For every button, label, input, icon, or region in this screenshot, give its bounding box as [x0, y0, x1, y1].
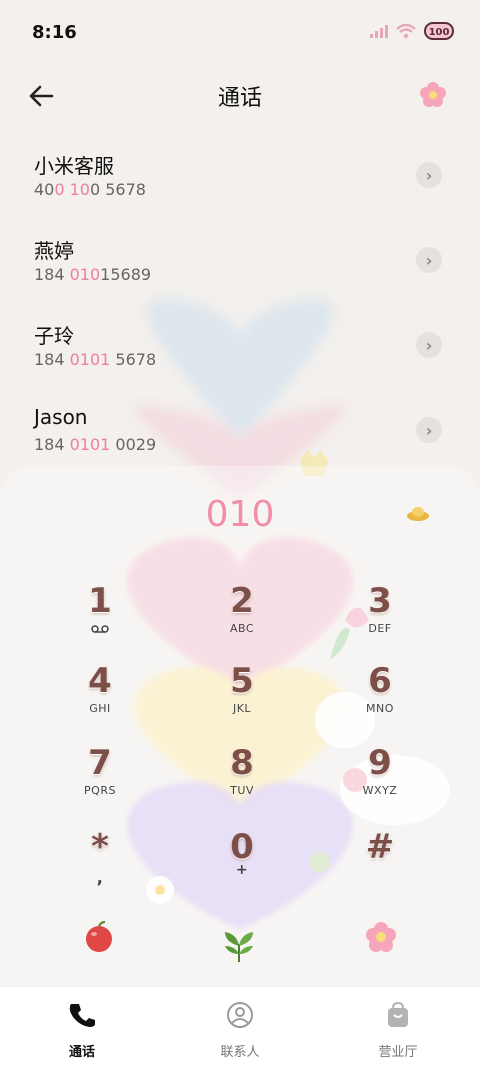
- bag-icon: [388, 1001, 408, 1027]
- dial-key-3[interactable]: 3 DEF: [320, 582, 440, 652]
- dial-key-2[interactable]: 2 ABC: [182, 582, 302, 652]
- recent-contacts-list: 小米客服 400 100 5678 › 燕婷 184 01015689 › 子玲…: [0, 132, 480, 472]
- contact-name: 燕婷: [34, 239, 74, 263]
- contact-number: 400 100 5678: [34, 180, 146, 199]
- leaf-icon[interactable]: [222, 930, 256, 964]
- chevron-right-icon[interactable]: ›: [416, 332, 442, 358]
- status-time: 8:16: [32, 22, 77, 43]
- chevron-right-icon[interactable]: ›: [416, 247, 442, 273]
- contact-name: 小米客服: [34, 154, 114, 178]
- tab-calls[interactable]: 通话: [22, 1001, 142, 1060]
- contact-name: 子玲: [34, 324, 74, 348]
- contact-row[interactable]: 燕婷 184 01015689 ›: [0, 217, 480, 302]
- phone-icon: [69, 1004, 95, 1027]
- dial-key-9[interactable]: 9 WXYZ: [320, 744, 440, 814]
- contacts-icon: [227, 1002, 253, 1028]
- dial-key-5[interactable]: 5 JKL: [182, 662, 302, 732]
- chevron-right-icon[interactable]: ›: [416, 417, 442, 443]
- page-title: 通话: [217, 86, 262, 111]
- contact-number: 184 0101 5678: [34, 350, 157, 369]
- contact-number: 184 01015689: [34, 265, 152, 284]
- tab-label: 联系人: [220, 1045, 260, 1060]
- dial-key-star[interactable]: *,: [40, 828, 160, 898]
- tab-label: 通话: [68, 1045, 95, 1060]
- voicemail-icon: [91, 625, 109, 633]
- top-bar: 通话: [0, 66, 480, 126]
- dial-key-8[interactable]: 8 TUV: [182, 744, 302, 814]
- contact-name: Jason: [34, 405, 88, 429]
- dial-key-7[interactable]: 7 PQRS: [40, 744, 160, 814]
- contact-number: 184 0101 0029: [34, 435, 157, 454]
- contact-row[interactable]: Jason 184 0101 0029 ›: [0, 387, 480, 472]
- status-bar: 8:16 100: [0, 0, 480, 66]
- dial-key-1[interactable]: 1: [40, 582, 160, 652]
- dial-key-4[interactable]: 4 GHI: [40, 662, 160, 732]
- dial-key-hash[interactable]: #: [320, 828, 440, 898]
- flower-icon[interactable]: [364, 920, 398, 954]
- tab-label: 营业厅: [378, 1045, 418, 1060]
- wifi-icon: [396, 23, 416, 38]
- tab-service-hall[interactable]: 营业厅: [338, 1001, 458, 1060]
- flower-icon[interactable]: [418, 80, 448, 110]
- signal-icon: [370, 25, 388, 38]
- dial-key-6[interactable]: 6 MNO: [320, 662, 440, 732]
- chevron-right-icon[interactable]: ›: [416, 162, 442, 188]
- gold-ingot-icon: [407, 507, 429, 521]
- dial-key-0[interactable]: 0 +: [182, 828, 302, 898]
- battery-indicator: 100: [424, 22, 454, 40]
- apple-icon[interactable]: [82, 920, 116, 954]
- contact-row[interactable]: 子玲 184 0101 5678 ›: [0, 302, 480, 387]
- tab-contacts[interactable]: 联系人: [180, 1001, 300, 1060]
- bottom-tab-bar: 通话 联系人 营业厅: [0, 987, 480, 1067]
- contact-row[interactable]: 小米客服 400 100 5678 ›: [0, 132, 480, 217]
